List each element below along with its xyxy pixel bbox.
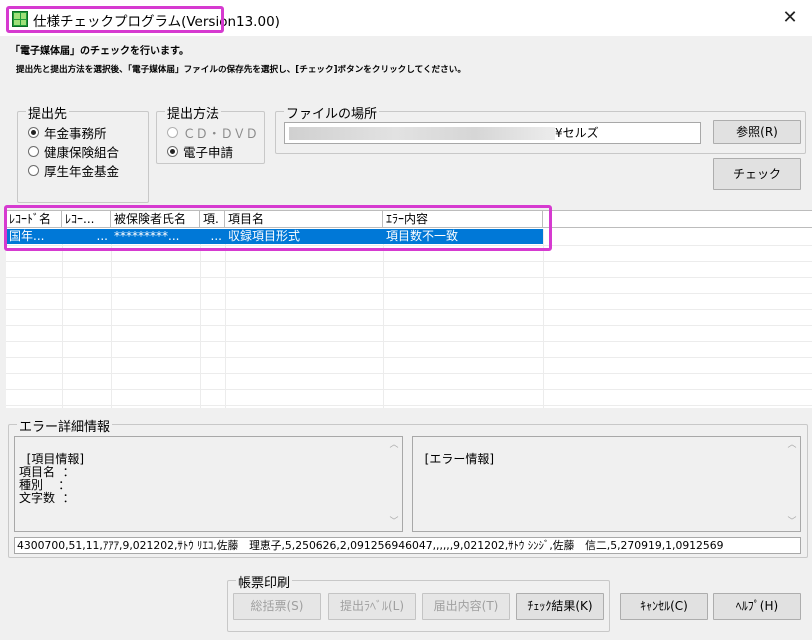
error-info-text: [エラー情報] bbox=[424, 452, 495, 466]
method-label: 提出方法 bbox=[165, 103, 222, 122]
radio-kosei-nenkin-kikin[interactable]: 厚生年金基金 bbox=[28, 161, 119, 180]
radio-button[interactable] bbox=[28, 165, 39, 176]
grid-vline bbox=[383, 229, 384, 408]
browse-button[interactable]: 参照(R) bbox=[713, 120, 801, 144]
instruction-line-1: 「電子媒体届」のチェックを行います。 bbox=[10, 46, 189, 57]
title-highlight-annotation bbox=[6, 6, 224, 33]
file-path-text: ¥セルズ bbox=[555, 126, 599, 140]
submission-label-button[interactable]: 提出ﾗﾍﾞﾙ(L) bbox=[328, 593, 416, 620]
check-result-button[interactable]: ﾁｪｯｸ結果(K) bbox=[516, 593, 604, 620]
item-info-text: [項目情報] 項目名 ： 種別 ： 文字数 ： bbox=[19, 452, 85, 505]
print-label: 帳票印刷 bbox=[236, 572, 293, 591]
summary-sheet-button[interactable]: 総括票(S) bbox=[233, 593, 321, 620]
file-path-field[interactable]: ¥セルズ bbox=[284, 122, 701, 144]
redacted-path bbox=[289, 127, 555, 140]
grid-empty-rows bbox=[6, 245, 812, 408]
radio-button bbox=[167, 127, 178, 138]
radio-label: 健康保険組合 bbox=[44, 145, 120, 160]
record-data-line[interactable]: 4300700,51,11,ｱｱｱ,9,021202,ｻﾄｳ ﾘｴｺ,佐藤 理恵… bbox=[14, 537, 801, 554]
radio-denshi-shinsei[interactable]: 電子申請 bbox=[167, 142, 233, 161]
grid-vline bbox=[111, 229, 112, 408]
scroll-down-icon[interactable]: ﹀ bbox=[389, 516, 399, 529]
error-detail-label: エラー詳細情報 bbox=[17, 416, 113, 435]
scroll-up-icon[interactable]: ︿ bbox=[389, 439, 399, 452]
col-filler bbox=[543, 211, 812, 227]
item-info-textarea[interactable]: [項目情報] 項目名 ： 種別 ： 文字数 ： ︿ ﹀ bbox=[14, 436, 403, 532]
radio-nenkin-jimusho[interactable]: 年金事務所 bbox=[28, 123, 107, 142]
error-info-textarea[interactable]: [エラー情報] ︿ ﹀ bbox=[412, 436, 801, 532]
scroll-down-icon[interactable]: ﹀ bbox=[787, 516, 797, 529]
grid-vline bbox=[543, 229, 544, 408]
instruction-line-2: 提出先と提出方法を選択後、「電子媒体届」ファイルの保存先を選択し、[チェック]ボ… bbox=[16, 65, 466, 75]
file-location-label: ファイルの場所 bbox=[284, 103, 380, 122]
radio-kenko-hoken-kumiai[interactable]: 健康保険組合 bbox=[28, 142, 119, 161]
check-button[interactable]: チェック bbox=[713, 158, 801, 190]
radio-button[interactable] bbox=[28, 127, 39, 138]
radio-label: 年金事務所 bbox=[44, 126, 107, 141]
help-button[interactable]: ﾍﾙﾌﾟ(H) bbox=[713, 593, 801, 620]
radio-button[interactable] bbox=[28, 146, 39, 157]
cancel-button[interactable]: ｷｬﾝｾﾙ(C) bbox=[620, 593, 708, 620]
grid-vline bbox=[62, 229, 63, 408]
close-icon[interactable]: ✕ bbox=[776, 6, 804, 30]
radio-button[interactable] bbox=[167, 146, 178, 157]
grid-vline bbox=[225, 229, 226, 408]
method-group: 提出方法 ＣＤ・ＤＶＤ 電子申請 bbox=[156, 103, 265, 164]
destination-label: 提出先 bbox=[26, 103, 70, 122]
grid-highlight-annotation bbox=[4, 205, 552, 251]
destination-group: 提出先 年金事務所 健康保険組合 厚生年金基金 bbox=[17, 103, 149, 203]
notification-content-button[interactable]: 届出内容(T) bbox=[422, 593, 510, 620]
grid-vline bbox=[200, 229, 201, 408]
radio-cd-dvd: ＣＤ・ＤＶＤ bbox=[167, 123, 258, 142]
radio-label: 厚生年金基金 bbox=[44, 164, 120, 179]
radio-label: 電子申請 bbox=[183, 145, 234, 160]
scroll-up-icon[interactable]: ︿ bbox=[787, 439, 797, 452]
radio-label: ＣＤ・ＤＶＤ bbox=[183, 126, 259, 141]
